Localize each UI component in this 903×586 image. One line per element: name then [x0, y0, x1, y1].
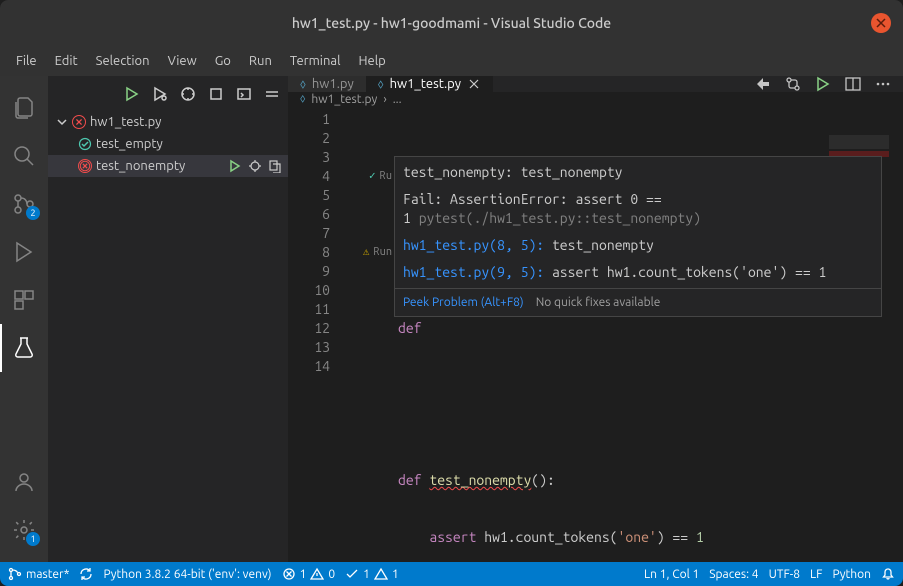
sync-icon	[79, 567, 93, 581]
window-close-button[interactable]	[871, 13, 891, 33]
status-fail-icon	[72, 115, 86, 129]
editor-actions	[743, 76, 903, 92]
status-branch[interactable]: master*	[8, 567, 69, 581]
python-file-icon: ⬨	[378, 77, 384, 92]
tree-file-label: hw1_test.py	[90, 115, 288, 129]
activity-bar: 2 1	[0, 76, 48, 562]
tree-row-actions	[228, 159, 288, 173]
menu-run[interactable]: Run	[241, 50, 280, 72]
testing-icon	[12, 336, 36, 360]
tab-label: hw1.py	[312, 77, 354, 91]
debug-test-icon[interactable]	[248, 159, 262, 173]
files-icon	[12, 96, 36, 120]
run-test-icon[interactable]	[228, 159, 242, 173]
status-fail-icon	[78, 159, 92, 173]
editor-area: ⬨ hw1.py ⬨ hw1_test.py ⬨	[288, 76, 903, 562]
discover-icon[interactable]	[180, 86, 196, 102]
menu-edit[interactable]: Edit	[47, 50, 86, 72]
tree-test-label: test_nonempty	[96, 159, 224, 173]
activity-accounts[interactable]	[0, 458, 48, 506]
branch-icon	[8, 567, 22, 581]
git-compare-icon[interactable]	[785, 76, 801, 92]
menu-file[interactable]: File	[8, 50, 45, 72]
settings-badge: 1	[26, 532, 40, 546]
testing-sidebar: hw1_test.py test_empty test_nonempty	[48, 76, 288, 562]
debug-icon	[12, 240, 36, 264]
split-editor-icon[interactable]	[845, 76, 861, 92]
hover-line: Fail: AssertionError: assert 0 ==	[403, 190, 873, 209]
status-pass-icon	[78, 137, 92, 151]
activity-settings[interactable]: 1	[0, 506, 48, 554]
search-icon	[12, 144, 36, 168]
hover-link-line[interactable]: hw1_test.py(9, 5): assert hw1.count_toke…	[403, 263, 873, 282]
menu-bar: File Edit Selection View Go Run Terminal…	[0, 46, 903, 76]
more-icon[interactable]	[875, 76, 891, 92]
peek-problem-link[interactable]: Peek Problem (Alt+F8)	[403, 293, 524, 312]
tab-bar: ⬨ hw1.py ⬨ hw1_test.py	[288, 76, 903, 92]
activity-explorer[interactable]	[0, 84, 48, 132]
hover-title: test_nonempty: test_nonempty	[403, 163, 873, 182]
activity-testing[interactable]	[0, 324, 48, 372]
status-python[interactable]: Python 3.8.2 64-bit ('env': venv)	[103, 568, 271, 581]
breadcrumb[interactable]: ⬨ hw1_test.py › ...	[288, 92, 903, 106]
error-squiggle: test_nonempty	[429, 472, 531, 488]
show-output-icon[interactable]	[236, 86, 252, 102]
close-icon	[876, 18, 886, 28]
tab-hw1-test[interactable]: ⬨ hw1_test.py	[366, 76, 493, 92]
account-icon	[12, 470, 36, 494]
chevron-down-icon	[56, 116, 68, 128]
hover-link-line[interactable]: hw1_test.py(8, 5): test_nonempty	[403, 236, 873, 255]
breadcrumb-file: hw1_test.py	[311, 93, 377, 106]
tab-label: hw1_test.py	[390, 77, 461, 91]
tree-test-row-fail[interactable]: test_nonempty	[48, 155, 288, 177]
tab-hw1[interactable]: ⬨ hw1.py	[288, 76, 366, 92]
collapse-icon[interactable]	[264, 86, 280, 102]
line-gutter: 123 456 789 101112 1314	[288, 106, 338, 586]
scm-badge: 2	[26, 206, 40, 220]
window-title: hw1_test.py - hw1-goodmami - Visual Stud…	[292, 15, 611, 31]
diff-icon[interactable]	[755, 76, 771, 92]
run-file-icon[interactable]	[815, 76, 831, 92]
activity-scm[interactable]: 2	[0, 180, 48, 228]
tab-close-icon[interactable]	[467, 77, 481, 91]
hover-footer: Peek Problem (Alt+F8) No quick fixes ava…	[395, 288, 881, 316]
menu-view[interactable]: View	[160, 50, 205, 72]
run-all-icon[interactable]	[124, 86, 140, 102]
activity-run-debug[interactable]	[0, 228, 48, 276]
python-file-icon: ⬨	[300, 92, 305, 106]
menu-terminal[interactable]: Terminal	[282, 50, 349, 72]
codelens-fail[interactable]: ⚠Run	[338, 243, 398, 262]
extensions-icon	[12, 288, 36, 312]
open-file-icon[interactable]	[268, 159, 282, 173]
problem-hover: test_nonempty: test_nonempty Fail: Asser…	[394, 156, 882, 317]
python-file-icon: ⬨	[300, 77, 306, 92]
hover-line: 1 pytest(./hw1_test.py::test_nonempty)	[403, 209, 873, 228]
activity-search[interactable]	[0, 132, 48, 180]
menu-selection[interactable]: Selection	[88, 50, 158, 72]
tree-file-row[interactable]: hw1_test.py	[48, 111, 288, 133]
codelens-pass[interactable]: ✓✓ RuRu	[338, 167, 398, 186]
testing-toolbar	[48, 76, 288, 111]
no-quick-fixes-label: No quick fixes available	[536, 293, 661, 312]
title-bar: hw1_test.py - hw1-goodmami - Visual Stud…	[0, 0, 903, 46]
test-tree: hw1_test.py test_empty test_nonempty	[48, 111, 288, 177]
stop-icon[interactable]	[208, 86, 224, 102]
tree-test-row-pass[interactable]: test_empty	[48, 133, 288, 155]
menu-go[interactable]: Go	[207, 50, 239, 72]
codelens-gutter: ✓✓ RuRu ⚠Run	[338, 106, 398, 586]
menu-help[interactable]: Help	[350, 50, 393, 72]
debug-all-icon[interactable]	[152, 86, 168, 102]
activity-extensions[interactable]	[0, 276, 48, 324]
status-sync[interactable]	[79, 567, 93, 581]
breadcrumb-ell: ...	[393, 93, 402, 106]
tree-test-label: test_empty	[96, 137, 288, 151]
breadcrumb-sep: ›	[383, 93, 386, 106]
